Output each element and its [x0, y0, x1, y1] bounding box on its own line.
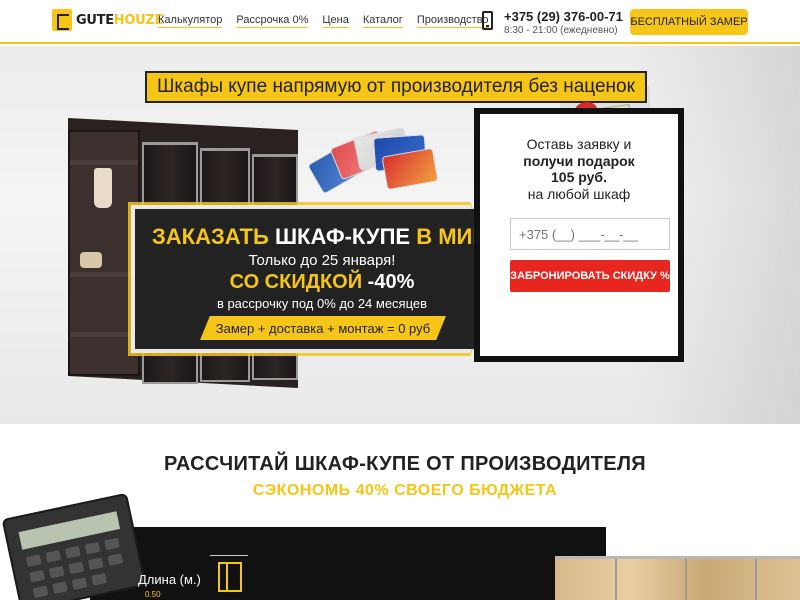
- promo-discount: СО СКИДКОЙ -40%: [229, 271, 415, 293]
- door-divider: [755, 559, 757, 600]
- hero-title: Шкафы купе напрямую от производителя без…: [145, 71, 647, 103]
- wardrobe-shelf: [70, 272, 138, 277]
- form-text-target: на любой шкаф: [527, 186, 631, 202]
- main-nav: Калькулятор Рассрочка 0% Цена Каталог Пр…: [158, 14, 489, 28]
- length-label: Длина (м.): [138, 572, 201, 587]
- wardrobe-width-icon: [218, 562, 242, 592]
- promo-headline: ЗАКАЗАТЬ ШКАФ-КУПЕ В МИНСКЕ!: [152, 224, 540, 249]
- calculator-key: [48, 565, 65, 579]
- calculator-key: [87, 557, 104, 571]
- phone-number[interactable]: +375 (29) 376-00-71: [504, 9, 623, 24]
- working-hours: 8:30 - 21:00 (ежедневно): [504, 25, 618, 36]
- length-value[interactable]: 0.50: [145, 590, 161, 599]
- calculator-key: [71, 577, 88, 590]
- length-arrow-icon: [210, 555, 248, 556]
- book-discount-button[interactable]: ЗАБРОНИРОВАТЬ СКИДКУ %: [510, 260, 670, 292]
- nav-item-price[interactable]: Цена: [322, 14, 349, 28]
- form-text-intro: Оставь заявку и: [526, 136, 632, 152]
- phone-input[interactable]: [510, 218, 670, 250]
- form-text-gift: получи подарок 105 руб.: [523, 153, 635, 185]
- calculator-key: [68, 561, 85, 575]
- nav-item-production[interactable]: Производство: [416, 14, 489, 28]
- nav-item-catalog[interactable]: Каталог: [362, 14, 403, 28]
- handbag: [80, 252, 102, 268]
- nav-item-installment[interactable]: Рассрочка 0%: [236, 14, 309, 28]
- calculator-key: [25, 554, 42, 567]
- door-divider: [685, 559, 687, 600]
- free-measurement-button[interactable]: БЕСПЛАТНЫЙ ЗАМЕР: [630, 9, 748, 35]
- phone-icon: [482, 11, 493, 30]
- calculator-title: РАССЧИТАЙ ШКАФ-КУПЕ ОТ ПРОИЗВОДИТЕЛЯ: [164, 453, 646, 475]
- nav-item-calculator[interactable]: Калькулятор: [158, 14, 223, 28]
- promo-deadline: Только до 25 января!: [248, 252, 396, 269]
- bank-cards-image: [306, 126, 439, 195]
- promo-installment: в рассрочку под 0% до 24 месяцев: [216, 296, 428, 311]
- logo-icon: [52, 9, 72, 31]
- calculator-key: [45, 550, 62, 563]
- calculator-key: [104, 537, 120, 551]
- hanging-shirt: [94, 168, 112, 208]
- calculator-image: [1, 492, 147, 600]
- promo-free-services: Замер + доставка + монтаж = 0 руб: [200, 316, 446, 340]
- wardrobe-shelf: [70, 332, 138, 337]
- calculator-key: [65, 545, 81, 559]
- calculator-key: [52, 581, 68, 595]
- calculator-key: [91, 573, 108, 586]
- logo-text: GUTEHOUZE: [76, 12, 164, 28]
- wardrobe-preview-image: [555, 556, 800, 600]
- wardrobe-shelf: [70, 160, 138, 165]
- site-header: GUTEHOUZE Калькулятор Рассрочка 0% Цена …: [0, 0, 800, 44]
- calculator-panel: [90, 527, 606, 600]
- calculator-key: [107, 553, 124, 566]
- lead-form: Оставь заявку и получи подарок 105 руб. н…: [474, 108, 684, 362]
- calculator-key: [29, 569, 46, 583]
- calculator-key: [84, 541, 101, 555]
- bank-card: [381, 147, 439, 191]
- calculator-key: [32, 585, 49, 599]
- logo[interactable]: GUTEHOUZE: [52, 9, 163, 31]
- contact-phone: +375 (29) 376-00-71 8:30 - 21:00 (ежедне…: [504, 9, 623, 36]
- door-divider: [615, 559, 617, 600]
